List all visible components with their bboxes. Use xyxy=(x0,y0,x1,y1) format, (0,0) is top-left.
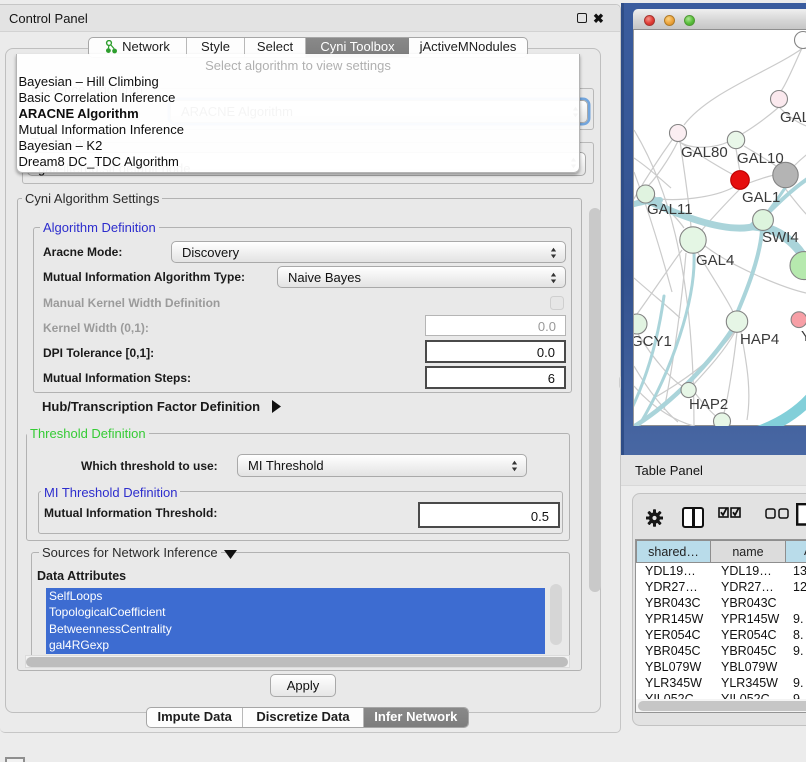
svg-text:Y: Y xyxy=(801,328,806,345)
svg-text:HAP4: HAP4 xyxy=(740,331,779,348)
svg-text:GAL4: GAL4 xyxy=(696,252,734,269)
svg-text:GAL1: GAL1 xyxy=(742,189,780,206)
svg-text:GAL80: GAL80 xyxy=(681,144,728,161)
svg-text:GAL10: GAL10 xyxy=(737,150,784,167)
svg-text:GAL2: GAL2 xyxy=(780,109,806,126)
svg-text:SWI4: SWI4 xyxy=(762,229,799,246)
svg-text:HAP2: HAP2 xyxy=(689,396,728,413)
svg-text:GCY1: GCY1 xyxy=(634,333,672,350)
svg-text:GAL11: GAL11 xyxy=(647,201,693,218)
